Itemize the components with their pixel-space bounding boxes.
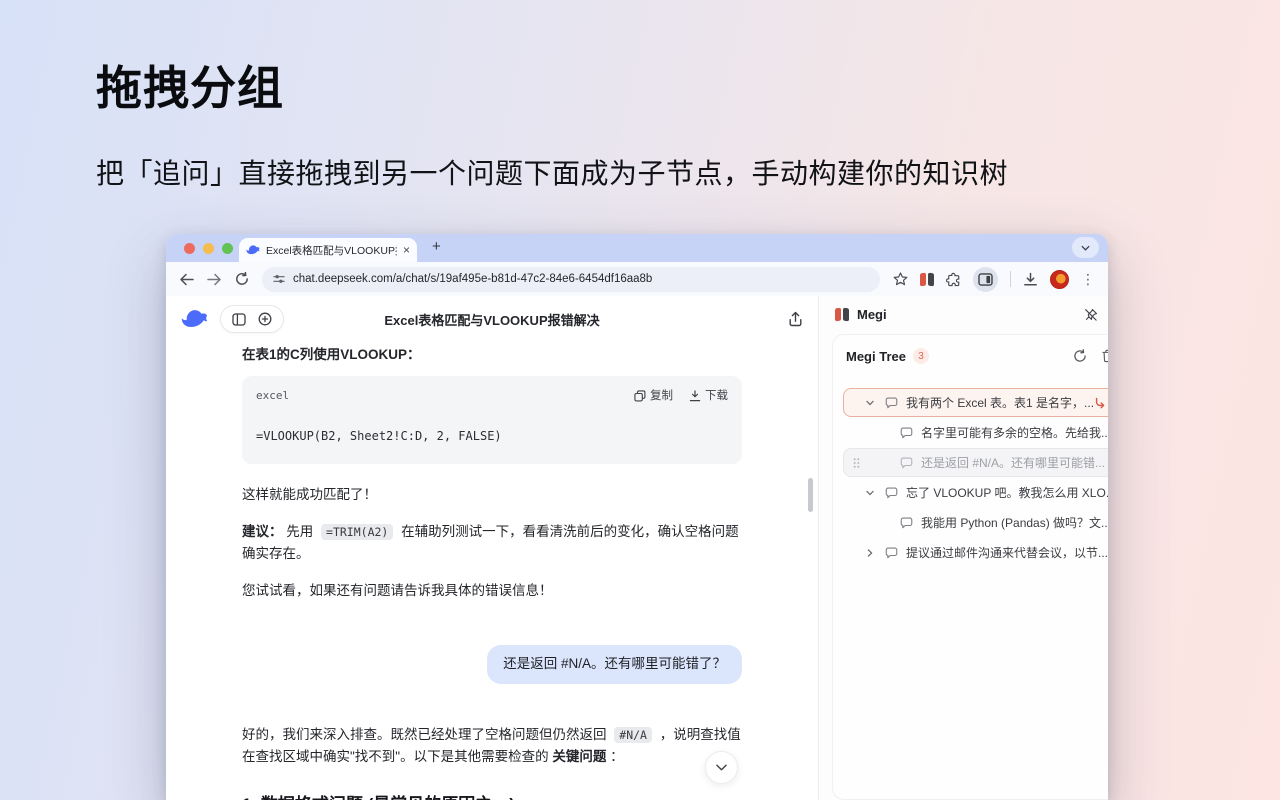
tab-search-button[interactable]: [1072, 237, 1099, 258]
copy-code-button[interactable]: 复制: [634, 387, 673, 406]
profile-avatar[interactable]: [1050, 270, 1069, 289]
tree-item-label: 还是返回 #N/A。还有哪里可能错...: [921, 454, 1108, 471]
tree-item-label: 忘了 VLOOKUP 吧。教我怎么用 XLO...: [906, 484, 1108, 501]
code-block: excel 复制 下载 =VLOOKUP(B2, Sh: [242, 376, 742, 464]
chat-bubble-icon: [900, 517, 913, 529]
browser-window: Excel表格匹配与VLOOKUP报错解决 × + chat.deepseek.…: [166, 234, 1108, 800]
code-language-label: excel: [256, 387, 289, 405]
section-heading: 1. 数据格式问题 (最常见的原因之一): [242, 791, 742, 800]
url-text: chat.deepseek.com/a/chat/s/19af495e-b81d…: [293, 273, 652, 285]
unpin-panel-icon[interactable]: [1084, 308, 1098, 322]
drag-handle-icon[interactable]: [853, 457, 860, 468]
menu-kebab-icon[interactable]: ⋮: [1081, 271, 1095, 288]
chat-bubble-icon: [900, 457, 913, 469]
delete-tree-icon[interactable]: [1101, 349, 1108, 363]
tab-close-icon[interactable]: ×: [403, 244, 410, 256]
download-icon: [689, 390, 701, 402]
assistant-text: 您试试看，如果还有问题请告诉我具体的错误信息！: [242, 580, 742, 603]
chat-scrollbar-thumb[interactable]: [808, 478, 813, 512]
inline-code: =TRIM(A2): [321, 524, 393, 540]
download-code-button[interactable]: 下载: [689, 387, 728, 406]
reload-button[interactable]: [235, 272, 249, 286]
code-content: =VLOOKUP(B2, Sheet2!C:D, 2, FALSE): [242, 406, 742, 464]
new-tab-button[interactable]: +: [432, 238, 441, 255]
chevron-down-icon[interactable]: [865, 398, 877, 408]
tree-item[interactable]: 忘了 VLOOKUP 吧。教我怎么用 XLO...: [843, 478, 1108, 507]
new-chat-icon[interactable]: [258, 312, 272, 326]
refresh-tree-icon[interactable]: [1073, 349, 1087, 363]
assistant-text: 建议： 先用 =TRIM(A2) 在辅助列测试一下，看看清洗前后的变化，确认空格…: [242, 521, 742, 566]
window-content: Excel表格匹配与VLOOKUP报错解决 在表1的C列使用VLOOKUP： e…: [166, 296, 1108, 800]
address-bar[interactable]: chat.deepseek.com/a/chat/s/19af495e-b81d…: [262, 267, 880, 292]
scroll-to-bottom-button[interactable]: [705, 751, 738, 784]
chat-bubble-icon: [885, 397, 898, 409]
minimize-window-button[interactable]: [203, 243, 214, 254]
hero-section: 拖拽分组 把「追问」直接拖拽到另一个问题下面成为子节点，手动构建你的知识树: [96, 52, 1008, 192]
tree-item[interactable]: 名字里可能有多余的空格。先给我...: [843, 418, 1108, 447]
page-title: 拖拽分组: [96, 52, 1008, 118]
forward-button[interactable]: [207, 273, 222, 286]
chat-header: Excel表格匹配与VLOOKUP报错解决: [166, 296, 818, 342]
tree-item-label: 我有两个 Excel 表。表1 是名字，...: [906, 394, 1094, 411]
drop-indicator-arrow-icon: [1094, 397, 1106, 409]
message-list: 在表1的C列使用VLOOKUP： excel 复制 下载: [242, 344, 742, 800]
tree-item-label: 我能用 Python (Pandas) 做吗？文...: [921, 514, 1108, 531]
chat-toolbar-pill: [220, 305, 284, 333]
close-window-button[interactable]: [184, 243, 195, 254]
panel-header: Megi ✕: [819, 296, 1108, 333]
assistant-text: 好的，我们来深入排查。既然已经处理了空格问题但仍然返回 #N/A ，说明查找值在…: [242, 724, 742, 769]
browser-tab[interactable]: Excel表格匹配与VLOOKUP报错解决 ×: [239, 238, 417, 262]
back-button[interactable]: [179, 273, 194, 286]
chevron-right-icon[interactable]: [865, 548, 877, 558]
tab-title: Excel表格匹配与VLOOKUP报错解决: [266, 243, 397, 258]
deepseek-chat-area: Excel表格匹配与VLOOKUP报错解决 在表1的C列使用VLOOKUP： e…: [166, 296, 819, 800]
page-subtitle: 把「追问」直接拖拽到另一个问题下面成为子节点，手动构建你的知识树: [96, 152, 1008, 192]
toggle-sidebar-icon[interactable]: [232, 313, 246, 326]
tree-item[interactable]: 我能用 Python (Pandas) 做吗？文...: [843, 508, 1108, 537]
node-count-badge: 3: [913, 348, 929, 364]
tree-item-label: 提议通过邮件沟通来代替会议，以节...: [906, 544, 1108, 561]
assistant-text: 这样就能成功匹配了！: [242, 484, 742, 507]
tree-item[interactable]: 还是返回 #N/A。还有哪里可能错...: [843, 448, 1108, 477]
chevron-down-icon[interactable]: [865, 488, 877, 498]
chat-bubble-icon: [885, 547, 898, 559]
megi-tree-card: Megi Tree 3 我有两个 Excel 表。表1 是名字，... 名字里可能…: [832, 334, 1108, 800]
deepseek-logo-icon: [181, 308, 208, 330]
chevron-down-icon: [716, 764, 727, 771]
side-panel-toggle-button[interactable]: [973, 267, 998, 292]
extensions-puzzle-icon[interactable]: [946, 272, 961, 287]
tab-strip: Excel表格匹配与VLOOKUP报错解决 × +: [166, 234, 1108, 262]
assistant-text: 在表1的C列使用VLOOKUP：: [242, 344, 742, 367]
chat-bubble-icon: [885, 487, 898, 499]
megi-logo-icon: [835, 308, 849, 321]
site-settings-icon[interactable]: [273, 273, 285, 285]
megi-extension-icon[interactable]: [920, 273, 934, 286]
tree-item[interactable]: 我有两个 Excel 表。表1 是名字，...: [843, 388, 1108, 417]
panel-title: Megi: [857, 307, 887, 322]
tree-title: Megi Tree: [846, 349, 906, 364]
toolbar-divider: [1010, 271, 1011, 287]
deepseek-favicon-icon: [246, 243, 260, 257]
tree-card-header: Megi Tree 3: [833, 335, 1108, 375]
megi-side-panel: Megi ✕ Megi Tree 3: [819, 296, 1108, 800]
share-upload-icon[interactable]: [788, 311, 803, 327]
copy-icon: [634, 390, 646, 402]
chat-bubble-icon: [900, 427, 913, 439]
user-message-bubble: 还是返回 #N/A。还有哪里可能错了？: [487, 645, 742, 684]
toolbar-actions: ⋮: [893, 267, 1095, 292]
tree-item-label: 名字里可能有多余的空格。先给我...: [921, 424, 1108, 441]
bookmark-star-icon[interactable]: [893, 272, 908, 286]
downloads-icon[interactable]: [1023, 272, 1038, 287]
chevron-down-icon: [1081, 245, 1090, 251]
inline-code: #N/A: [614, 727, 652, 743]
window-controls: [184, 243, 233, 254]
tree-item[interactable]: 提议通过邮件沟通来代替会议，以节...: [843, 538, 1108, 567]
megi-tree: 我有两个 Excel 表。表1 是名字，... 名字里可能有多余的空格。先给我..…: [833, 375, 1108, 567]
zoom-window-button[interactable]: [222, 243, 233, 254]
browser-toolbar: chat.deepseek.com/a/chat/s/19af495e-b81d…: [166, 262, 1108, 296]
